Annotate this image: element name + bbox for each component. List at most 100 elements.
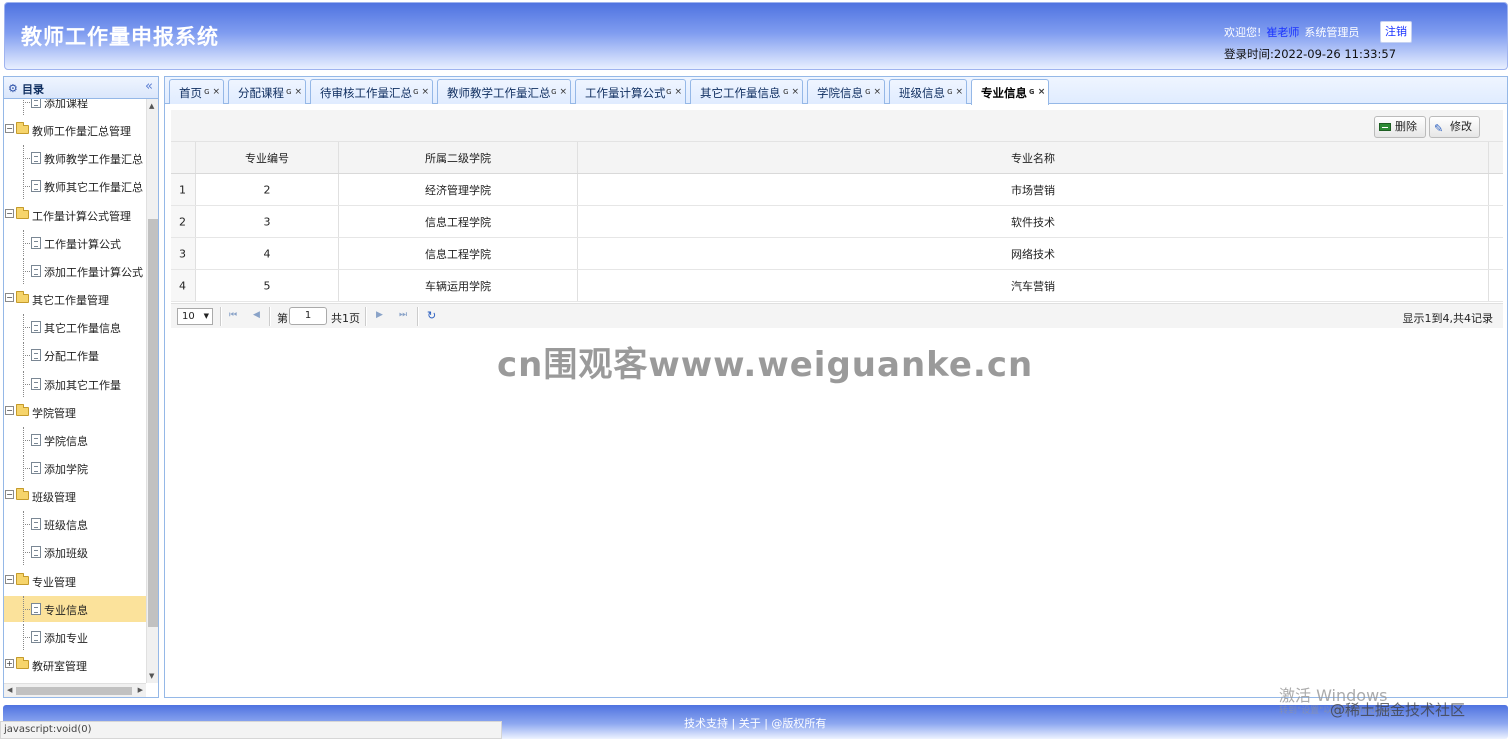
- page-number-input[interactable]: 1: [289, 307, 327, 325]
- expand-toggle-icon[interactable]: −: [5, 209, 14, 218]
- tab-4[interactable]: 工作量计算公式 ɢ ×: [575, 79, 686, 104]
- pencil-icon: ✎: [1434, 122, 1444, 135]
- delete-button[interactable]: 删除: [1374, 116, 1426, 138]
- expand-toggle-icon[interactable]: +: [5, 659, 14, 668]
- footer-links[interactable]: 技术支持 | 关于 | @版权所有: [684, 715, 826, 731]
- collapse-icon[interactable]: «: [145, 79, 153, 94]
- tree-group[interactable]: − 其它工作量管理: [4, 286, 146, 312]
- tree-item[interactable]: 添加班级: [4, 539, 146, 565]
- delete-label: 删除: [1395, 120, 1417, 133]
- tree-group[interactable]: − 专业管理: [4, 568, 146, 594]
- main-panel: 首页 ɢ × 分配课程 ɢ × 待审核工作量汇总 ɢ × 教师教学工作量汇总 ɢ × 工作量计算…: [164, 76, 1508, 698]
- column-header-major-id[interactable]: 专业编号: [196, 142, 339, 173]
- column-header-college[interactable]: 所属二级学院: [339, 142, 578, 173]
- table-row[interactable]: 1 2 经济管理学院 市场营销: [171, 174, 1503, 206]
- first-page-icon[interactable]: ⏮: [229, 310, 237, 320]
- tree-item[interactable]: 添加专业: [4, 624, 146, 650]
- page-icon: [31, 603, 41, 615]
- page-icon: [31, 434, 41, 446]
- tab-0[interactable]: 首页 ɢ ×: [169, 79, 224, 104]
- tree-item[interactable]: 添加工作量计算公式: [4, 258, 146, 284]
- tree-group[interactable]: − 教师工作量汇总管理: [4, 117, 146, 143]
- tab-5[interactable]: 其它工作量信息 ɢ ×: [690, 79, 803, 104]
- tab-refresh-close-icons[interactable]: ɢ ×: [413, 87, 429, 97]
- table-row[interactable]: 4 5 车辆运用学院 汽车营销: [171, 270, 1503, 302]
- tab-refresh-close-icons[interactable]: ɢ ×: [286, 87, 302, 97]
- scroll-right-arrow-icon[interactable]: ▶: [138, 686, 143, 694]
- page-icon: [31, 349, 41, 361]
- table-cell: 信息工程学院: [339, 238, 578, 269]
- last-page-icon[interactable]: ⏭: [399, 310, 407, 320]
- tree-group-label: 教研室管理: [32, 660, 87, 673]
- refresh-icon[interactable]: ↻: [427, 309, 436, 322]
- tree-item[interactable]: 添加学院: [4, 455, 146, 481]
- tab-8[interactable]: 专业信息 ɢ ×: [971, 79, 1049, 105]
- folder-icon: [16, 291, 29, 303]
- tree-item[interactable]: 教师其它工作量汇总: [4, 173, 146, 199]
- column-header-major-name[interactable]: 专业名称: [578, 142, 1489, 173]
- tree-group[interactable]: − 工作量计算公式管理: [4, 202, 146, 228]
- tree-item[interactable]: 教师教学工作量汇总: [4, 145, 146, 171]
- tree-item[interactable]: 学院信息: [4, 427, 146, 453]
- tree-line: [23, 468, 30, 469]
- tree-item[interactable]: 工作量计算公式: [4, 230, 146, 256]
- next-page-icon[interactable]: ▶: [376, 310, 383, 320]
- scroll-left-arrow-icon[interactable]: ◀: [7, 686, 12, 694]
- tab-7[interactable]: 班级信息 ɢ ×: [889, 79, 967, 104]
- page-icon: [31, 518, 41, 530]
- expand-toggle-icon[interactable]: −: [5, 490, 14, 499]
- tree-line: [23, 158, 30, 159]
- expand-toggle-icon[interactable]: −: [5, 293, 14, 302]
- expand-toggle-icon[interactable]: −: [5, 575, 14, 584]
- tab-refresh-close-icons[interactable]: ɢ ×: [947, 87, 963, 97]
- tree-item[interactable]: 其它工作量信息: [4, 314, 146, 340]
- logout-button[interactable]: 注销: [1380, 21, 1412, 43]
- tab-refresh-close-icons[interactable]: ɢ ×: [1029, 87, 1045, 97]
- table-row[interactable]: 3 4 信息工程学院 网络技术: [171, 238, 1503, 270]
- pager-separator: [365, 307, 367, 326]
- tab-refresh-close-icons[interactable]: ɢ ×: [551, 87, 567, 97]
- tab-refresh-close-icons[interactable]: ɢ ×: [204, 87, 220, 97]
- tree-group[interactable]: + 教研室管理: [4, 652, 146, 678]
- page-icon: [31, 237, 41, 249]
- tree-item-selected[interactable]: 专业信息: [4, 596, 146, 622]
- tab-2[interactable]: 待审核工作量汇总 ɢ ×: [310, 79, 433, 104]
- tree-group[interactable]: − 班级管理: [4, 483, 146, 509]
- edit-label: 修改: [1450, 120, 1472, 133]
- user-role: 系统管理员: [1304, 26, 1360, 39]
- sidebar-vertical-scrollbar[interactable]: ▲ ▼: [146, 99, 158, 683]
- watermark-text: cn围观客www.weiguanke.cn: [497, 345, 1034, 385]
- scroll-up-arrow-icon[interactable]: ▲: [149, 102, 154, 110]
- scroll-thumb-horizontal[interactable]: [16, 687, 132, 695]
- prev-page-icon[interactable]: ◀: [253, 310, 260, 320]
- tab-refresh-close-icons[interactable]: ɢ ×: [666, 87, 682, 97]
- tree-item[interactable]: 添加课程: [4, 99, 146, 115]
- scroll-thumb[interactable]: [148, 219, 158, 627]
- expand-toggle-icon[interactable]: −: [5, 406, 14, 415]
- scroll-down-arrow-icon[interactable]: ▼: [149, 672, 154, 680]
- tab-3[interactable]: 教师教学工作量汇总 ɢ ×: [437, 79, 571, 104]
- tab-label: 待审核工作量汇总: [320, 86, 412, 100]
- table-row[interactable]: 2 3 信息工程学院 软件技术: [171, 206, 1503, 238]
- tree-line: [23, 327, 30, 328]
- tree-group[interactable]: − 学院管理: [4, 399, 146, 425]
- user-name-link[interactable]: 崔老师: [1266, 26, 1299, 39]
- expand-toggle-icon[interactable]: −: [5, 124, 14, 133]
- table-cell: 信息工程学院: [339, 206, 578, 237]
- edit-button[interactable]: ✎ 修改: [1429, 116, 1480, 138]
- content-area: 删除 ✎ 修改 专业编号 所属二级学院 专业名称 1 2 经济管理学院 市场营销 2 3 信…: [171, 110, 1503, 328]
- page-icon: [31, 180, 41, 192]
- sidebar-horizontal-scrollbar[interactable]: ◀ ▶: [4, 683, 146, 697]
- tree-item[interactable]: 分配工作量: [4, 342, 146, 368]
- page-prefix: 第: [277, 312, 288, 325]
- page-size-select[interactable]: 10 ▼: [177, 308, 213, 325]
- tree-item[interactable]: 添加其它工作量: [4, 371, 146, 397]
- tab-1[interactable]: 分配课程 ɢ ×: [228, 79, 306, 104]
- tab-refresh-close-icons[interactable]: ɢ ×: [865, 87, 881, 97]
- tree-item[interactable]: 班级信息: [4, 511, 146, 537]
- table-cell: 经济管理学院: [339, 174, 578, 205]
- tab-6[interactable]: 学院信息 ɢ ×: [807, 79, 885, 104]
- tab-refresh-close-icons[interactable]: ɢ ×: [783, 87, 799, 97]
- page-icon: [31, 99, 41, 108]
- tree-item-label: 专业信息: [44, 604, 88, 617]
